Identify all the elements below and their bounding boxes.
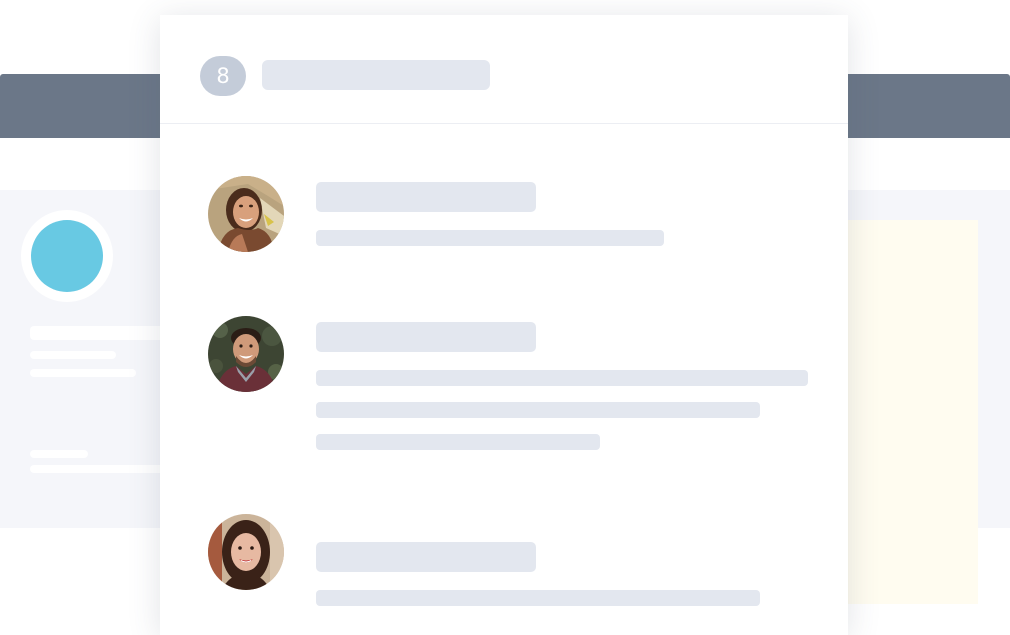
message-sender-placeholder (316, 542, 536, 572)
header-title-placeholder (262, 60, 490, 90)
background-profile-avatar (31, 220, 103, 292)
background-detail-placeholder (30, 465, 170, 473)
message-sender-placeholder (316, 322, 536, 352)
message-text-placeholder (316, 402, 760, 418)
message-text-placeholder (316, 434, 600, 450)
message-sender-placeholder (316, 182, 536, 212)
background-detail-placeholder (30, 351, 116, 359)
unread-count-badge: 8 (200, 56, 246, 96)
background-detail-placeholder (30, 450, 88, 458)
smiling-woman-avatar[interactable] (208, 176, 284, 252)
card-header: 8 (160, 15, 848, 124)
message-text-placeholder (316, 230, 664, 246)
woman-dark-hair-avatar[interactable] (208, 514, 284, 590)
smiling-man-avatar[interactable] (208, 316, 284, 392)
message-text-placeholder (316, 370, 808, 386)
notifications-card: 8 (160, 15, 848, 635)
background-name-placeholder (30, 326, 170, 340)
background-note-panel (840, 220, 978, 604)
background-detail-placeholder (30, 369, 136, 377)
